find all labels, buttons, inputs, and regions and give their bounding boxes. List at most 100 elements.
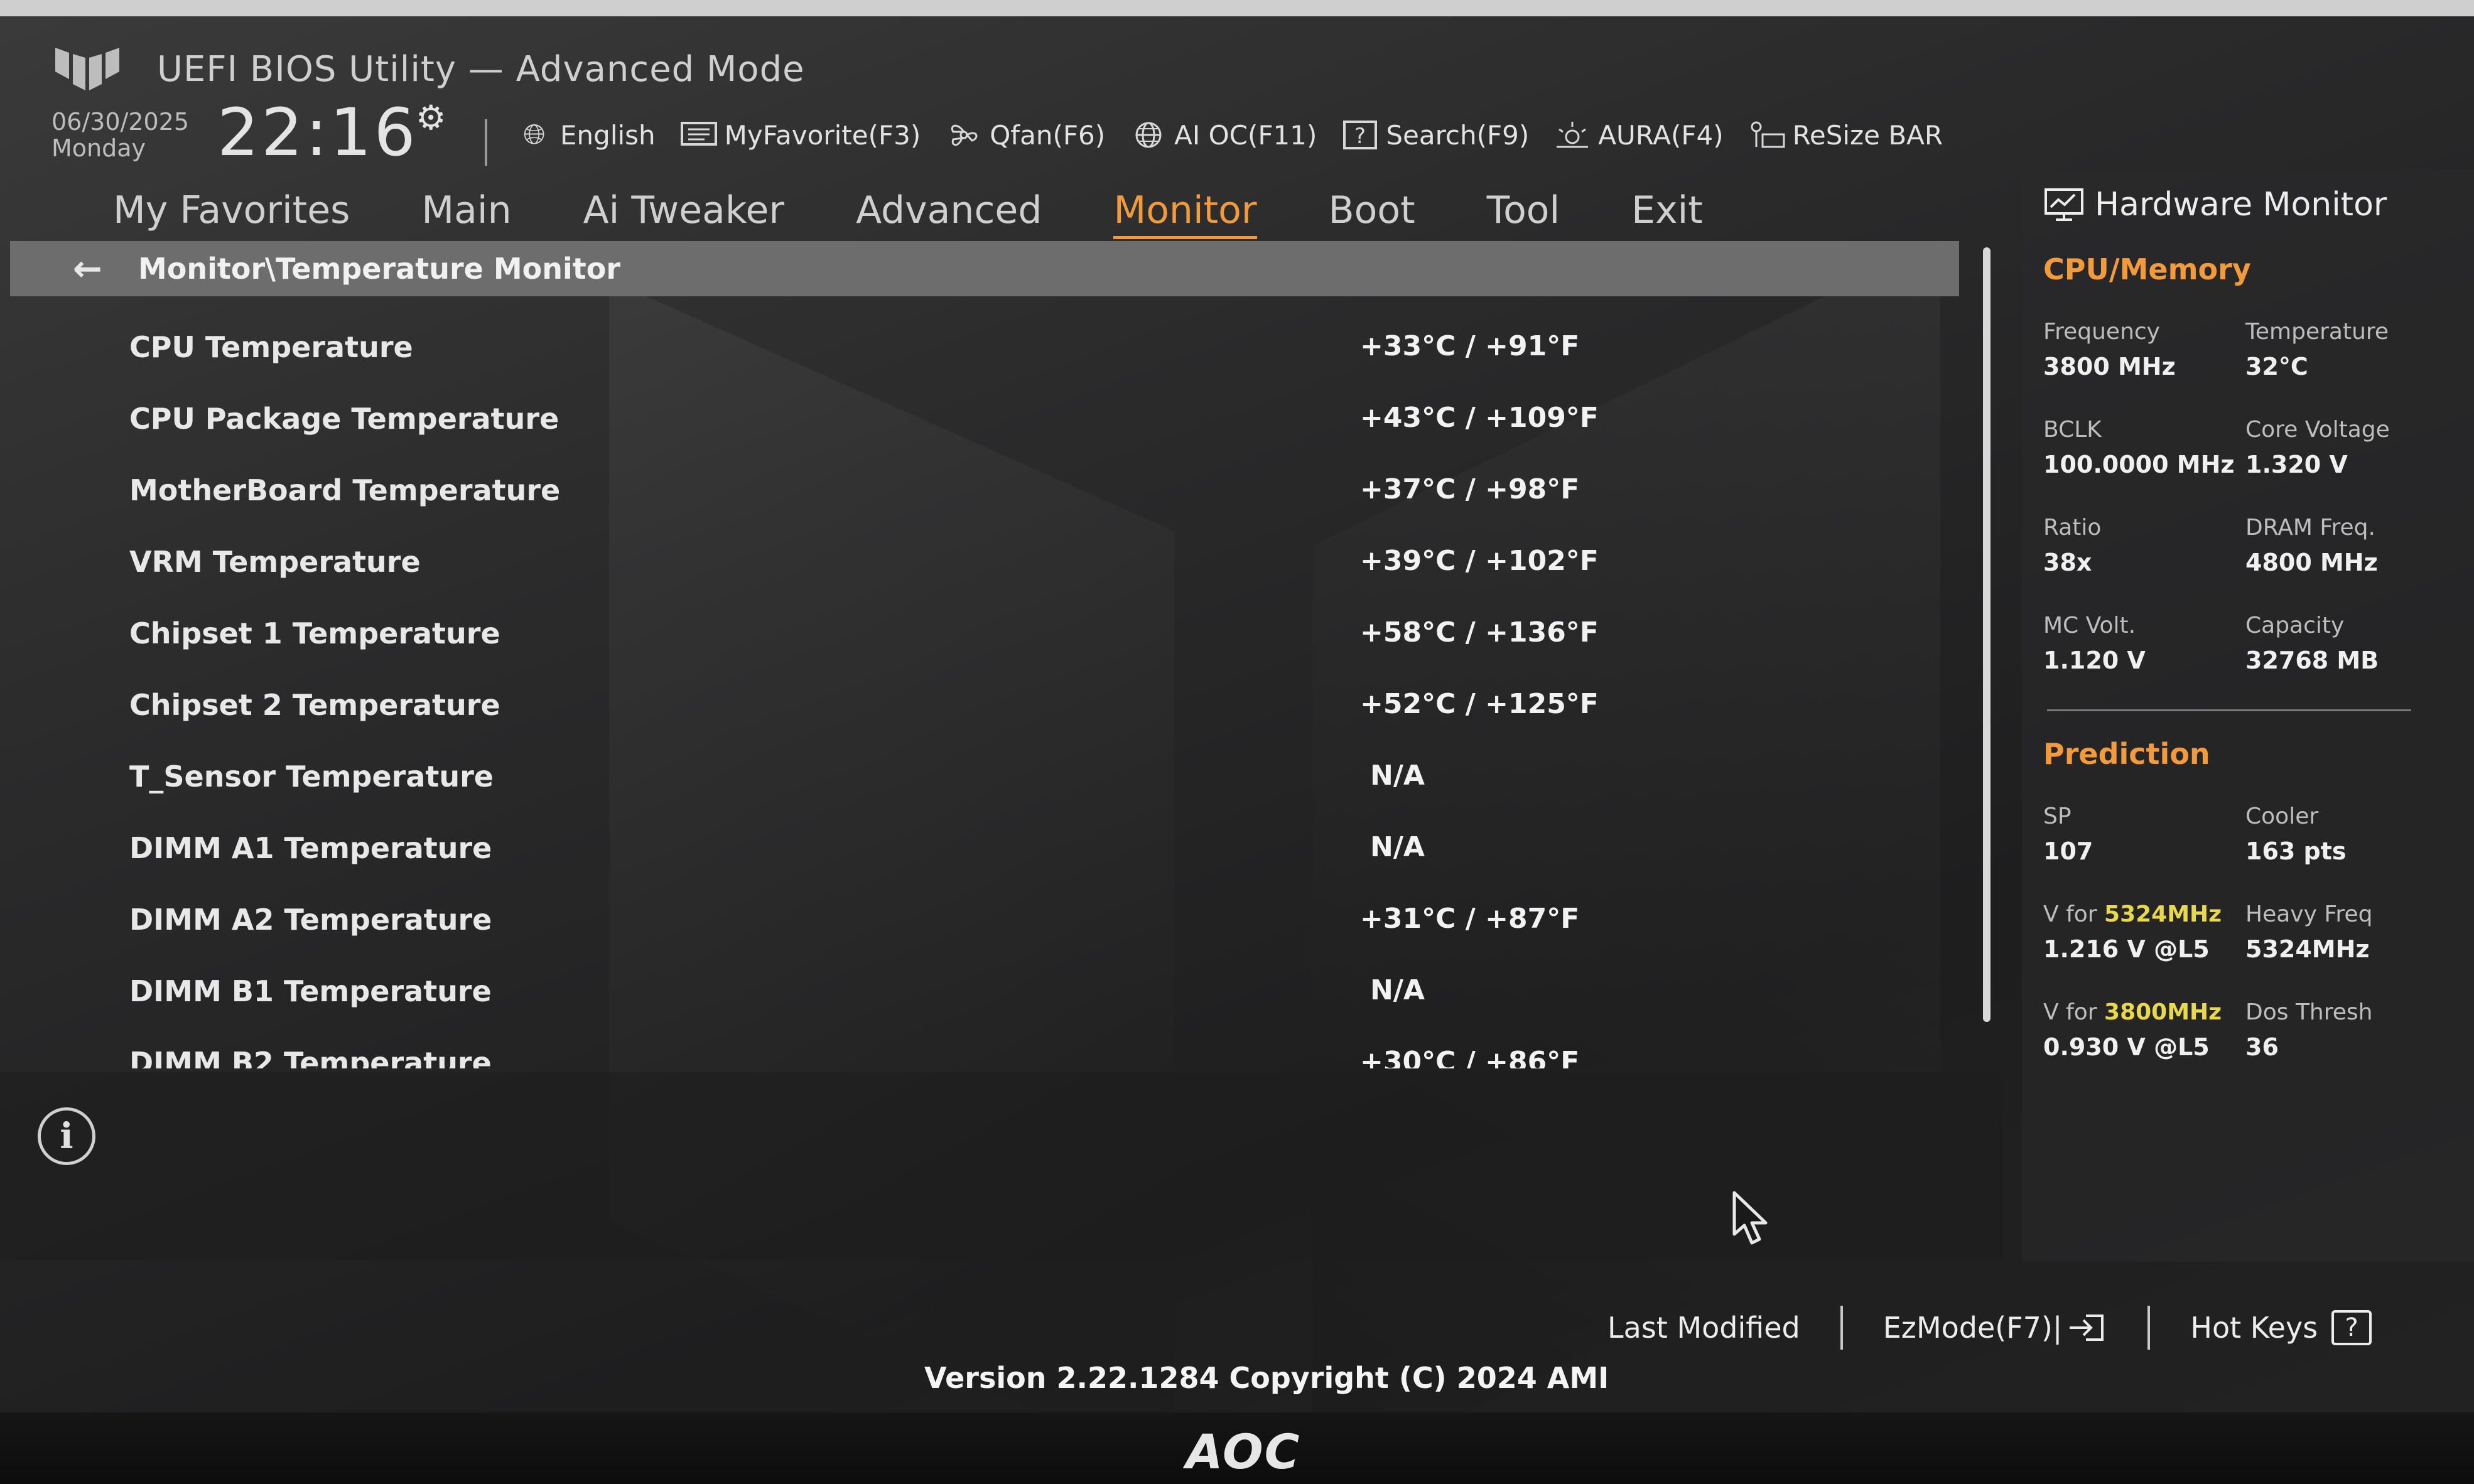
table-row[interactable]: CPU Temperature +33°C / +91°F [0, 311, 1959, 382]
header-separator [485, 119, 487, 166]
ezmode-label: EzMode(F7)| [1883, 1311, 2063, 1345]
temp-label: Chipset 2 Temperature [129, 688, 500, 722]
last-modified-button[interactable]: Last Modified [1607, 1311, 1800, 1345]
main-tabs: My Favorites Main Ai Tweaker Advanced Mo… [113, 188, 1774, 239]
table-row[interactable]: MotherBoard Temperature +37°C / +98°F [0, 454, 1959, 525]
tab-exit[interactable]: Exit [1631, 188, 1703, 239]
aura-button[interactable]: AURA(F4) [1553, 119, 1724, 151]
temp-value: +39°C / +102°F [1360, 545, 1599, 577]
hardware-monitor-label: Hardware Monitor [2095, 186, 2387, 223]
temp-value: +30°C / +86°F [1360, 1046, 1580, 1068]
info-icon: i [38, 1107, 95, 1165]
temp-value: +58°C / +136°F [1360, 616, 1599, 648]
hw-mc-volt-value: 1.120 V [2043, 647, 2146, 674]
hot-keys-button[interactable]: Hot Keys ? [2190, 1310, 2372, 1345]
back-arrow-icon[interactable]: ← [73, 249, 117, 289]
table-row[interactable]: DIMM B2 Temperature +30°C / +86°F [0, 1027, 1959, 1068]
table-row[interactable]: DIMM B1 Temperature N/A [0, 955, 1959, 1026]
language-label: English [560, 119, 656, 151]
hw-temperature-value: 32°C [2245, 353, 2308, 380]
tab-tool[interactable]: Tool [1487, 188, 1560, 239]
hw-divider [2047, 709, 2411, 711]
hw-dram-freq-label: DRAM Freq. [2245, 515, 2375, 540]
table-row[interactable]: Chipset 2 Temperature +52°C / +125°F [0, 669, 1959, 739]
cpu-memory-title: CPU/Memory [2043, 252, 2251, 286]
language-button[interactable]: 🌐︎ English [515, 119, 656, 151]
search-label: Search(F9) [1386, 119, 1530, 151]
monitor-screen-icon [2045, 188, 2083, 221]
ezmode-button[interactable]: EzMode(F7)| [1883, 1311, 2108, 1345]
hw-bclk-value: 100.0000 MHz [2043, 451, 2235, 478]
ai-globe-icon [1129, 119, 1168, 151]
table-row[interactable]: DIMM A2 Temperature +31°C / +87°F [0, 884, 1959, 954]
search-button[interactable]: ? Search(F9) [1341, 119, 1529, 151]
hw-cooler-value: 163 pts [2245, 837, 2347, 865]
tab-ai-tweaker[interactable]: Ai Tweaker [583, 188, 784, 239]
bottom-separator [1840, 1306, 1843, 1350]
table-row[interactable]: DIMM A1 Temperature N/A [0, 812, 1959, 883]
hw-dos-thresh-label: Dos Thresh [2245, 999, 2373, 1025]
globe-icon: 🌐︎ [523, 119, 546, 151]
breadcrumb: ← Monitor\Temperature Monitor [10, 241, 1959, 296]
tab-boot[interactable]: Boot [1329, 188, 1415, 239]
resize-bar-button[interactable]: ReSize BAR [1747, 119, 1943, 151]
v-for-freq-1: 5324MHz [2104, 901, 2222, 927]
temp-value: N/A [1370, 974, 1425, 1006]
table-row[interactable]: Chipset 1 Temperature +58°C / +136°F [0, 598, 1959, 668]
svg-text:?: ? [1354, 124, 1366, 149]
date-text: 06/30/2025 [51, 108, 190, 136]
qfan-button[interactable]: Qfan(F6) [944, 119, 1105, 151]
temp-label: CPU Temperature [129, 330, 413, 364]
breadcrumb-path: Monitor\Temperature Monitor [138, 252, 621, 286]
list-scrollbar[interactable] [1983, 247, 1991, 1022]
resize-bar-label: ReSize BAR [1792, 119, 1943, 151]
hw-heavy-freq-value: 5324MHz [2245, 935, 2370, 963]
temperature-list: CPU Temperature +33°C / +91°F CPU Packag… [0, 311, 1959, 1068]
app-title: UEFI BIOS Utility — Advanced Mode [157, 49, 805, 90]
tab-my-favorites[interactable]: My Favorites [113, 188, 350, 239]
temp-value: +52°C / +125°F [1360, 688, 1599, 720]
tab-advanced[interactable]: Advanced [856, 188, 1042, 239]
myfavorite-label: MyFavorite(F3) [724, 119, 921, 151]
ai-oc-button[interactable]: AI OC(F11) [1129, 119, 1317, 151]
hot-keys-label: Hot Keys [2190, 1311, 2318, 1345]
bottom-separator [2147, 1306, 2151, 1350]
temp-label: Chipset 1 Temperature [129, 616, 500, 650]
tab-main[interactable]: Main [421, 188, 511, 239]
table-row[interactable]: VRM Temperature +39°C / +102°F [0, 526, 1959, 596]
mouse-cursor-icon [1732, 1191, 1768, 1245]
favorite-list-icon [679, 119, 718, 151]
hw-frequency-value: 3800 MHz [2043, 353, 2176, 380]
bottom-bar: Last Modified EzMode(F7)| Hot Keys ? [1607, 1306, 2372, 1350]
aura-label: AURA(F4) [1598, 119, 1724, 151]
temp-label: DIMM B2 Temperature [129, 1046, 492, 1068]
myfavorite-button[interactable]: MyFavorite(F3) [679, 119, 921, 151]
help-question-icon: ? [2331, 1310, 2372, 1345]
hw-dram-freq-value: 4800 MHz [2245, 549, 2378, 576]
hardware-monitor-title: Hardware Monitor [2043, 186, 2387, 223]
clock-settings-gear-icon[interactable]: ⚙ [416, 98, 446, 137]
prediction-title: Prediction [2043, 737, 2210, 771]
resize-bar-icon [1747, 119, 1786, 151]
tab-monitor[interactable]: Monitor [1113, 188, 1257, 239]
hw-bclk-label: BCLK [2043, 417, 2102, 443]
monitor-brand-logo: AOC [1186, 1424, 1301, 1480]
v-for-prefix: V for [2043, 999, 2097, 1025]
temp-label: MotherBoard Temperature [129, 473, 561, 507]
hw-sp-label: SP [2043, 804, 2072, 829]
search-help-icon: ? [1341, 119, 1380, 151]
hw-frequency-label: Frequency [2043, 319, 2160, 345]
temp-value: +37°C / +98°F [1360, 473, 1580, 505]
monitor-bezel-top [0, 0, 2474, 16]
hw-ratio-label: Ratio [2043, 515, 2102, 540]
table-row[interactable]: CPU Package Temperature +43°C / +109°F [0, 383, 1959, 453]
temp-value: +31°C / +87°F [1360, 903, 1580, 935]
temp-value: N/A [1370, 760, 1425, 792]
hw-v-value-2: 0.930 V @L5 [2043, 1033, 2210, 1061]
table-row[interactable]: T_Sensor Temperature N/A [0, 741, 1959, 811]
hw-ratio-value: 38x [2043, 549, 2092, 576]
v-for-prefix: V for [2043, 901, 2097, 927]
day-text: Monday [51, 134, 146, 162]
aura-light-icon [1553, 119, 1592, 151]
hw-temperature-label: Temperature [2245, 319, 2389, 345]
